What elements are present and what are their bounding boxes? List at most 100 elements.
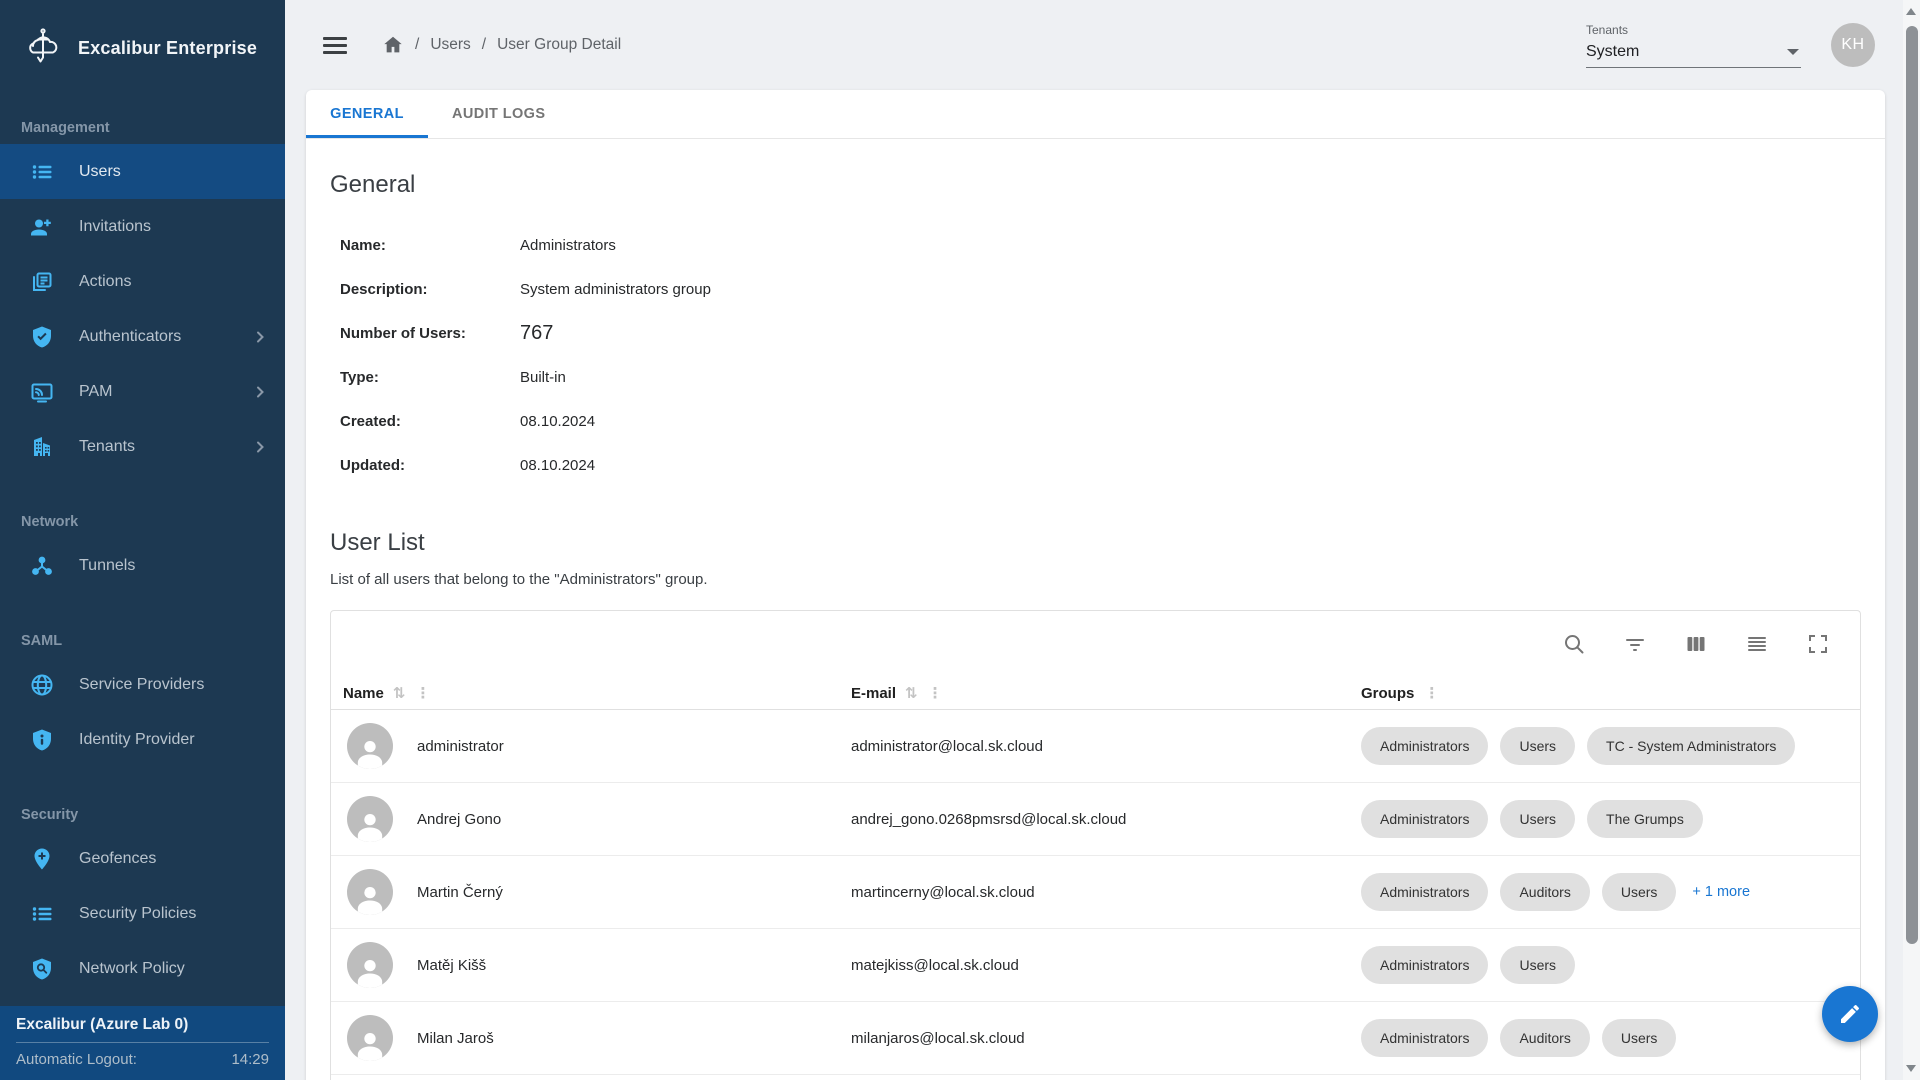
sidebar-item-label: Actions xyxy=(79,273,131,291)
group-chip: TC - System Administrators xyxy=(1587,727,1795,765)
home-icon[interactable] xyxy=(382,34,404,56)
user-groups: Administrators Users The Grumps xyxy=(1361,800,1860,838)
sidebar: Excalibur Enterprise Management Users In… xyxy=(0,0,285,1080)
page-scrollbar[interactable] xyxy=(1903,0,1920,1080)
chevron-right-icon xyxy=(253,385,267,399)
scrollbar-up-arrow-icon[interactable] xyxy=(1906,8,1916,15)
sidebar-item-network-policy[interactable]: Network Policy xyxy=(0,941,285,996)
tab-audit-logs[interactable]: AUDIT LOGS xyxy=(428,90,569,138)
tab-general[interactable]: GENERAL xyxy=(306,90,428,138)
person-icon xyxy=(353,735,387,769)
avatar xyxy=(347,796,393,842)
fullscreen-button[interactable] xyxy=(1798,624,1838,664)
breadcrumb-separator: / xyxy=(415,36,419,54)
sidebar-item-label: Geofences xyxy=(79,850,156,868)
column-menu-icon[interactable]: ⋮ xyxy=(415,686,430,701)
sidebar-item-service-providers[interactable]: Service Providers xyxy=(0,657,285,712)
shield-check-icon xyxy=(30,325,54,349)
more-groups-link[interactable]: + 1 more xyxy=(1692,884,1750,900)
group-chip: The Grumps xyxy=(1587,800,1703,838)
table-row[interactable]: Matěj Kišš matejkiss@local.sk.cloud Admi… xyxy=(331,929,1860,1002)
menu-toggle-button[interactable] xyxy=(313,23,357,67)
pencil-icon xyxy=(1838,1002,1862,1026)
sidebar-item-tunnels[interactable]: Tunnels xyxy=(0,538,285,593)
field-type: Type: Built-in xyxy=(330,355,1861,399)
user-table: Name ⇅ ⋮ E-mail ⇅ ⋮ Groups ⋮ xyxy=(330,610,1861,1080)
excalibur-logo-icon xyxy=(20,26,64,70)
tenant-select-group: Tenants System xyxy=(1586,23,1801,68)
group-chip: Auditors xyxy=(1500,1019,1589,1057)
chevron-right-icon xyxy=(253,440,267,454)
columns-icon xyxy=(1684,632,1708,656)
column-menu-icon[interactable]: ⋮ xyxy=(928,686,943,701)
user-avatar[interactable]: KH xyxy=(1831,23,1875,67)
user-name: Martin Černý xyxy=(417,884,503,901)
table-row[interactable]: Martin Černý martincerny@local.sk.cloud … xyxy=(331,856,1860,929)
person-add-icon xyxy=(30,215,54,239)
field-number-of-users: Number of Users: 767 xyxy=(330,311,1861,355)
policy-icon xyxy=(30,957,54,981)
density-button[interactable] xyxy=(1737,624,1777,664)
search-icon xyxy=(1562,632,1586,656)
sidebar-item-users[interactable]: Users xyxy=(0,144,285,199)
scrollbar-thumb[interactable] xyxy=(1906,26,1918,944)
edit-fab-button[interactable] xyxy=(1822,986,1878,1042)
column-header-name: Name ⇅ ⋮ xyxy=(331,684,851,702)
sidebar-item-label: Authenticators xyxy=(79,328,181,346)
field-name: Name: Administrators xyxy=(330,223,1861,267)
avatar xyxy=(347,869,393,915)
sidebar-item-label: Service Providers xyxy=(79,676,204,694)
sidebar-item-tenants[interactable]: Tenants xyxy=(0,419,285,474)
table-row[interactable]: Andrej Gono andrej_gono.0268pmsrsd@local… xyxy=(331,783,1860,856)
breadcrumb-users[interactable]: Users xyxy=(430,36,470,54)
avatar xyxy=(347,942,393,988)
sidebar-item-identity-provider[interactable]: Identity Provider xyxy=(0,712,285,767)
table-row[interactable]: Adéla Bílková adelabilkova@local.sk.clou… xyxy=(331,1075,1860,1080)
auto-logout-label: Automatic Logout: xyxy=(16,1051,137,1068)
person-icon xyxy=(353,954,387,988)
column-menu-icon[interactable]: ⋮ xyxy=(1424,686,1439,701)
sidebar-item-authenticators[interactable]: Authenticators xyxy=(0,309,285,364)
section-label-management: Management xyxy=(21,120,285,136)
search-button[interactable] xyxy=(1554,624,1594,664)
sidebar-item-label: Tunnels xyxy=(79,557,135,575)
topbar: / Users / User Group Detail Tenants Syst… xyxy=(285,0,1920,90)
environment-name: Excalibur (Azure Lab 0) xyxy=(16,1016,269,1043)
table-row[interactable]: administrator administrator@local.sk.clo… xyxy=(331,710,1860,783)
column-header-groups: Groups ⋮ xyxy=(1361,685,1860,702)
sidebar-item-actions[interactable]: Actions xyxy=(0,254,285,309)
table-header-row: Name ⇅ ⋮ E-mail ⇅ ⋮ Groups ⋮ xyxy=(331,677,1860,710)
section-label-saml: SAML xyxy=(21,633,285,649)
tenant-select[interactable]: System xyxy=(1586,41,1801,68)
user-groups: Administrators Auditors Users + 1 more xyxy=(1361,873,1860,911)
filter-button[interactable] xyxy=(1615,624,1655,664)
person-icon xyxy=(353,881,387,915)
avatar xyxy=(347,723,393,769)
person-icon xyxy=(353,1027,387,1061)
group-chip: Administrators xyxy=(1361,800,1488,838)
sidebar-item-invitations[interactable]: Invitations xyxy=(0,199,285,254)
user-name: Andrej Gono xyxy=(417,811,501,828)
app-logo-row: Excalibur Enterprise xyxy=(0,0,285,94)
cast-icon xyxy=(30,380,54,404)
column-header-email: E-mail ⇅ ⋮ xyxy=(851,684,1361,702)
user-email: administrator@local.sk.cloud xyxy=(851,738,1361,755)
field-created: Created: 08.10.2024 xyxy=(330,399,1861,443)
scrollbar-down-arrow-icon[interactable] xyxy=(1906,1065,1916,1072)
sidebar-item-security-policies[interactable]: Security Policies xyxy=(0,886,285,941)
sidebar-item-label: Network Policy xyxy=(79,960,185,978)
density-icon xyxy=(1745,632,1769,656)
tab-bar: GENERAL AUDIT LOGS xyxy=(306,90,1885,139)
user-list-heading: User List xyxy=(330,529,1861,557)
table-row[interactable]: Milan Jaroš milanjaros@local.sk.cloud Ad… xyxy=(331,1002,1860,1075)
fullscreen-icon xyxy=(1806,632,1830,656)
section-label-network: Network xyxy=(21,514,285,530)
sidebar-item-geofences[interactable]: Geofences xyxy=(0,831,285,886)
sidebar-item-pam[interactable]: PAM xyxy=(0,364,285,419)
columns-button[interactable] xyxy=(1676,624,1716,664)
sidebar-item-label: Users xyxy=(79,163,121,181)
sort-icon[interactable]: ⇅ xyxy=(393,684,406,702)
group-chip: Users xyxy=(1500,946,1575,984)
sort-icon[interactable]: ⇅ xyxy=(905,684,918,702)
breadcrumb-user-group-detail: User Group Detail xyxy=(497,36,621,54)
